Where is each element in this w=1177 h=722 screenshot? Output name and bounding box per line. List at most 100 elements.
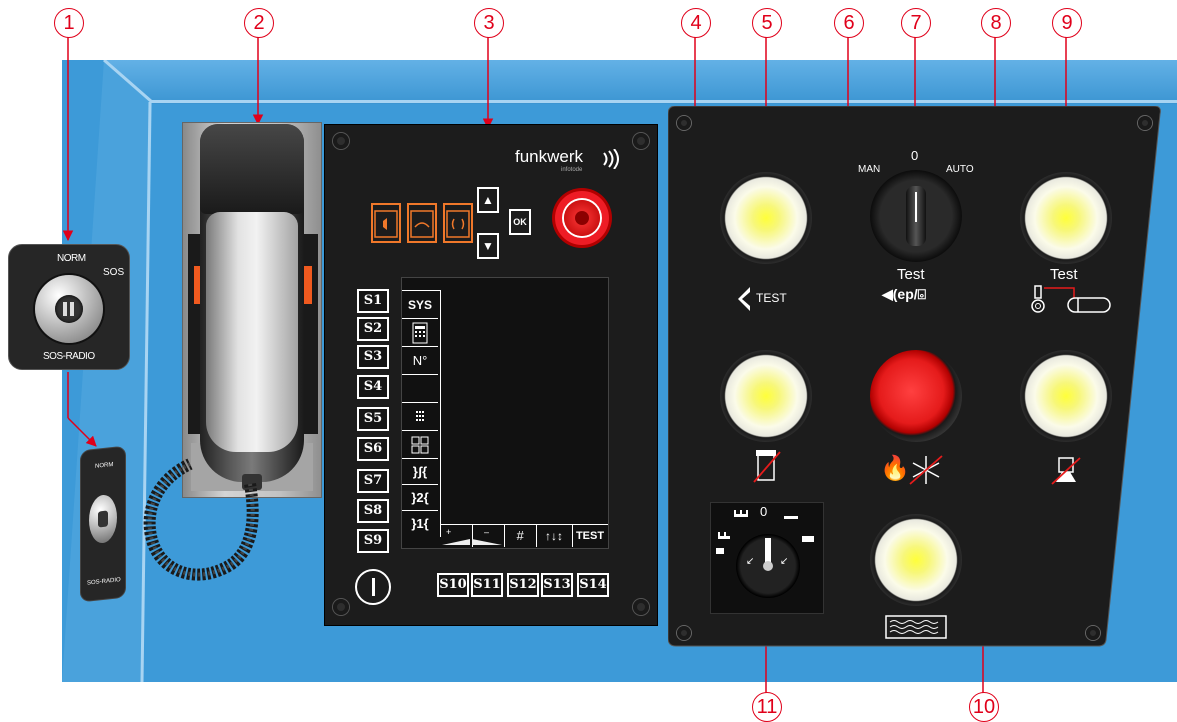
s-key-2[interactable]: S2 [357, 317, 389, 341]
speaker-mode-key[interactable] [371, 203, 401, 243]
screw-tl [333, 133, 349, 149]
handset-cord [143, 458, 259, 581]
s-key-10[interactable]: S10 [437, 573, 469, 597]
window-heating-button[interactable] [870, 514, 962, 606]
display-item-line-s: }ʃ{ [402, 459, 438, 485]
window-heating-icon [885, 615, 947, 639]
display-hash: # [504, 525, 537, 547]
callout-2: 2 [244, 8, 274, 38]
sos-label: SOS [103, 267, 125, 278]
sos-key-switch-detail: NORM SOS SOS-RADIO [8, 244, 130, 370]
sos-radio-label: SOS-RADIO [43, 351, 95, 362]
volume-down-cell: – [472, 525, 505, 547]
callout-3: 3 [474, 8, 504, 38]
arrow-left-icon: ↙ [746, 556, 755, 567]
handset[interactable] [200, 124, 304, 482]
callout-1: 1 [54, 8, 84, 38]
norm-label: NORM [57, 253, 86, 264]
callout-9: 9 [1052, 8, 1082, 38]
display-item-keypad-small [402, 403, 438, 431]
callout-5: 5 [752, 8, 782, 38]
down-arrow-button[interactable]: ▼ [477, 233, 499, 259]
s-key-1[interactable]: S1 [357, 289, 389, 313]
center-screw [763, 561, 773, 571]
s-key-7[interactable]: S7 [357, 469, 389, 493]
heater-sensor-icon [1031, 285, 1111, 313]
lighting-off-button[interactable] [720, 350, 812, 442]
norm-label-small: NORM [95, 461, 114, 470]
door-release-icon [738, 287, 750, 311]
brand-waves-icon [603, 149, 619, 169]
callout-6: 6 [834, 8, 864, 38]
display-item-sys: SYS [402, 291, 438, 319]
snowflake-off-icon [909, 455, 943, 485]
display-item-number: N° [402, 347, 438, 375]
arrow-right-icon: ↙ [780, 556, 789, 567]
up-arrow-button[interactable]: ▲ [477, 187, 499, 213]
s-key-5[interactable]: S5 [357, 407, 389, 431]
power-button[interactable] [355, 569, 391, 605]
display-test: TEST [575, 530, 605, 542]
s-key-13[interactable]: S13 [541, 573, 573, 597]
callout-10: 10 [969, 692, 999, 722]
heating-test-label: Test [1050, 266, 1078, 283]
display-item-line-2: }2{ [402, 485, 438, 511]
callout-4: 4 [681, 8, 711, 38]
display-item-line-1: }1{ [411, 516, 429, 531]
display-bottom-bar: + – # ↑↓↕ TEST [440, 524, 608, 549]
s-key-12[interactable]: S12 [507, 573, 539, 597]
screw-bl [333, 599, 349, 615]
fire-alarm-button[interactable] [870, 350, 962, 442]
s-key-3[interactable]: S3 [357, 345, 389, 369]
s-key-4[interactable]: S4 [357, 375, 389, 399]
radio-display: SYS N° }ʃ{ }2{ }1{ + – # ↑↓↕ TEST [401, 277, 609, 549]
ok-button[interactable]: OK [509, 209, 531, 235]
panel-screw-tl [677, 116, 691, 130]
radio-control-panel: funkwerk infotode ▲ ▼ OK SYS N° }ʃ{ }2{ [324, 124, 658, 626]
panel-screw-bl [677, 626, 691, 640]
intercom-mode-key[interactable] [407, 203, 437, 243]
screw-tr [633, 133, 649, 149]
display-item-blank [402, 375, 438, 403]
callout-7: 7 [901, 8, 931, 38]
callout-8: 8 [981, 8, 1011, 38]
radio-mode-key[interactable] [443, 203, 473, 243]
panel-screw-br [1086, 626, 1100, 640]
display-menu-column: SYS N° }ʃ{ }2{ }1{ [402, 290, 441, 537]
key-cylinder[interactable] [35, 275, 103, 343]
lamp-test-label: TEST [756, 291, 787, 305]
ventilation-rotary-switch[interactable]: ↙ ↙ [736, 534, 800, 598]
s-key-6[interactable]: S6 [357, 437, 389, 461]
fire-icon: 🔥 [880, 455, 910, 482]
key-cylinder-small[interactable] [89, 493, 117, 545]
s-key-8[interactable]: S8 [357, 499, 389, 523]
screw-br [633, 599, 649, 615]
display-item-directory [402, 431, 438, 459]
rotary-zero-label: 0 [911, 148, 919, 163]
volume-up-cell: + [440, 525, 473, 547]
door-lamp-off-icon [753, 450, 781, 483]
handset-indicator-right [303, 266, 312, 304]
brand-sub: infotode [561, 167, 583, 173]
lamp-test-button[interactable] [720, 172, 812, 264]
key-slot [55, 295, 83, 323]
sos-key-switch-mounted: NORM SOS-RADIO [80, 445, 126, 603]
sos-radio-label-small: SOS-RADIO [87, 577, 121, 587]
heating-off-button[interactable] [1020, 350, 1112, 442]
s-key-11[interactable]: S11 [471, 573, 503, 597]
s-key-14[interactable]: S14 [577, 573, 609, 597]
emergency-call-button[interactable] [555, 191, 609, 245]
panel-screw-tr [1138, 116, 1152, 130]
rotary-auto-label: AUTO [946, 164, 974, 175]
heating-test-button[interactable] [1020, 172, 1112, 264]
svg-text:–: – [484, 527, 489, 537]
handset-grip [206, 212, 298, 452]
rotary-test-label: Test [897, 266, 925, 283]
rotary-man-label: MAN [858, 164, 881, 175]
mode-rotary-switch[interactable] [870, 170, 962, 262]
handset-earpiece [200, 124, 304, 214]
heater-off-icon [1051, 457, 1081, 485]
svg-text:+: + [446, 527, 451, 537]
s-key-9[interactable]: S9 [357, 529, 389, 553]
display-arrows-icon: ↑↓↕ [536, 525, 573, 547]
